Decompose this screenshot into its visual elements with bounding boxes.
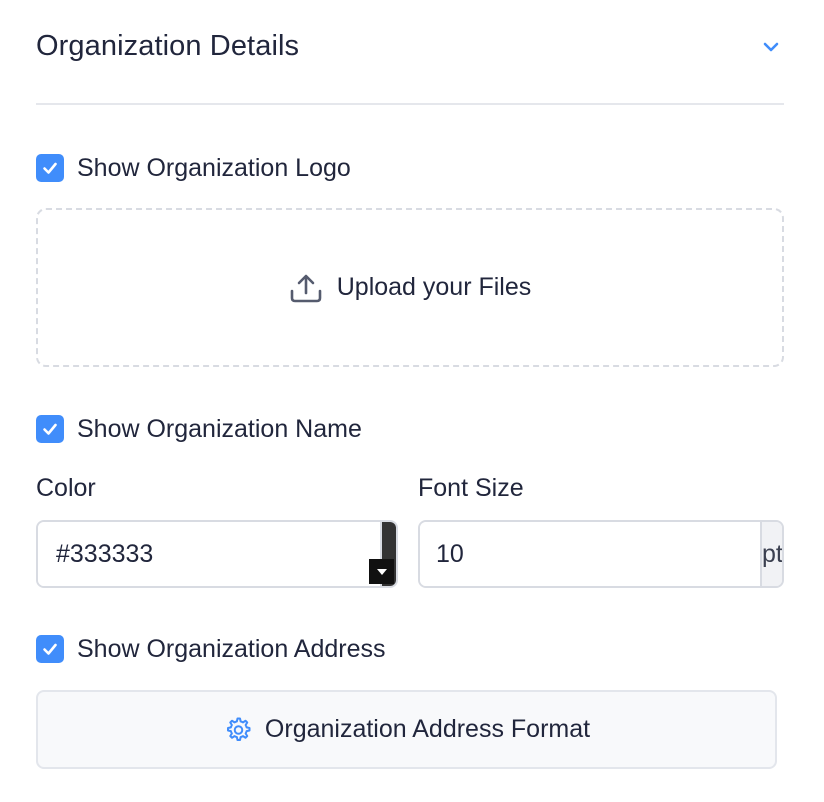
show-name-checkbox-row[interactable]: Show Organization Name xyxy=(36,414,362,444)
gear-icon xyxy=(226,717,251,741)
color-input[interactable] xyxy=(38,522,380,586)
caret-down-icon xyxy=(369,559,394,584)
font-size-input[interactable] xyxy=(420,522,760,586)
show-address-label: Show Organization Address xyxy=(77,634,386,663)
upload-dropzone[interactable]: Upload your Files xyxy=(36,208,784,367)
checkmark-icon xyxy=(43,423,57,435)
show-logo-label: Show Organization Logo xyxy=(77,153,351,182)
address-format-button[interactable]: Organization Address Format xyxy=(36,690,777,769)
upload-label: Upload your Files xyxy=(336,273,532,301)
font-size-unit: pt xyxy=(760,522,782,586)
checkmark-icon xyxy=(43,643,57,655)
show-name-checkbox[interactable] xyxy=(36,415,64,443)
show-logo-checkbox[interactable] xyxy=(36,154,64,182)
upload-icon xyxy=(290,274,322,302)
show-logo-checkbox-row[interactable]: Show Organization Logo xyxy=(36,153,351,183)
address-format-label: Organization Address Format xyxy=(264,715,591,743)
show-address-checkbox-row[interactable]: Show Organization Address xyxy=(36,634,386,664)
font-size-label: Font Size xyxy=(418,474,524,502)
font-size-field: pt xyxy=(418,520,784,588)
section-title: Organization Details xyxy=(36,30,300,62)
section-header[interactable]: Organization Details xyxy=(36,0,784,105)
color-label: Color xyxy=(36,474,96,502)
color-field xyxy=(36,520,398,588)
checkmark-icon xyxy=(43,162,57,174)
chevron-down-icon[interactable] xyxy=(762,38,780,56)
show-address-checkbox[interactable] xyxy=(36,635,64,663)
color-swatch-picker[interactable] xyxy=(369,522,396,586)
show-name-label: Show Organization Name xyxy=(77,414,362,443)
